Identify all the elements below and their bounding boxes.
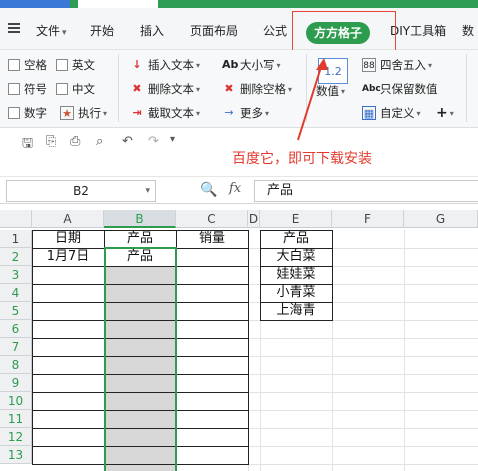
cell-b2[interactable]: 产品 xyxy=(104,248,176,266)
ribbon-divider xyxy=(118,54,119,122)
checkbox-symbol[interactable]: 符号 xyxy=(8,81,47,97)
cell-e5[interactable]: 上海青 xyxy=(260,302,332,320)
function-icon[interactable]: fx xyxy=(229,181,241,196)
cell-e3[interactable]: 娃娃菜 xyxy=(260,266,332,284)
column-header-c[interactable]: C xyxy=(176,210,248,228)
column-header-a[interactable]: A xyxy=(32,210,104,228)
custom-button[interactable]: ▦ 自定义 ▾ xyxy=(362,105,421,121)
column-header-d[interactable]: D xyxy=(248,210,260,228)
formula-input[interactable]: 产品 xyxy=(254,180,478,202)
case-button[interactable]: Ab 大小写 ▾ xyxy=(222,57,281,73)
cell-c1[interactable]: 销量 xyxy=(176,230,248,248)
delete-text-icon: ✖ xyxy=(132,82,142,95)
row-header-6[interactable]: 6 xyxy=(0,320,32,338)
checkbox-number[interactable]: 数字 xyxy=(8,105,47,121)
undo-icon[interactable]: ↶ xyxy=(122,134,133,149)
checkbox-icon xyxy=(56,83,68,95)
print-preview-icon[interactable]: ⌕ xyxy=(96,134,103,149)
star-icon: ★ xyxy=(60,106,74,120)
selection-outline xyxy=(104,247,177,471)
plus-icon[interactable]: + ▾ xyxy=(436,105,454,121)
row-header-3[interactable]: 3 xyxy=(0,266,32,284)
checkbox-icon xyxy=(8,83,20,95)
row-header-12[interactable]: 12 xyxy=(0,428,32,446)
chevron-down-icon[interactable]: ▾ xyxy=(145,181,150,201)
select-all-corner[interactable] xyxy=(0,210,32,228)
save-icon[interactable]: 🖫 xyxy=(22,134,33,156)
checkbox-icon xyxy=(8,59,20,71)
more-button[interactable]: → 更多 ▾ xyxy=(222,105,269,121)
extract-text-button[interactable]: ⇥ 截取文本 ▾ xyxy=(130,105,200,121)
more-icon: → xyxy=(224,106,234,119)
row-header-2[interactable]: 2 xyxy=(0,248,32,266)
checkbox-space[interactable]: 空格 xyxy=(8,57,47,73)
list-border xyxy=(260,320,333,321)
keep-value-icon: Abc xyxy=(362,84,381,94)
row-header-13[interactable]: 13 xyxy=(0,446,32,464)
delete-text-button[interactable]: ✖ 删除文本 ▾ xyxy=(130,81,200,97)
cell-e2[interactable]: 大白菜 xyxy=(260,248,332,266)
cell-a2[interactable]: 1月7日 xyxy=(32,248,104,266)
row-header-11[interactable]: 11 xyxy=(0,410,32,428)
column-header-f[interactable]: F xyxy=(332,210,404,228)
name-box[interactable]: B2 ▾ xyxy=(6,180,156,202)
document-tab-strip[interactable] xyxy=(78,0,158,8)
extract-text-icon: ⇥ xyxy=(132,106,142,119)
menu-icon[interactable] xyxy=(8,23,20,33)
checkbox-english[interactable]: 英文 xyxy=(56,57,95,73)
row-header-10[interactable]: 10 xyxy=(0,392,32,410)
table-border xyxy=(248,230,249,465)
list-border xyxy=(332,230,333,321)
redo-icon[interactable]: ↷ xyxy=(148,134,159,149)
spreadsheet-grid: A B C D E F G 1 2 3 4 5 6 7 8 9 10 11 12… xyxy=(0,210,478,471)
menu-fangfang-tab[interactable]: 方方格子 xyxy=(306,22,370,44)
share-icon[interactable]: ⎘ xyxy=(46,134,56,149)
row-header-9[interactable]: 9 xyxy=(0,374,32,392)
row-header-8[interactable]: 8 xyxy=(0,356,32,374)
annotation-arrow xyxy=(297,58,328,141)
custom-icon: ▦ xyxy=(362,106,376,120)
row-header-7[interactable]: 7 xyxy=(0,338,32,356)
menu-formula[interactable]: 公式 xyxy=(263,22,287,39)
delete-space-button[interactable]: ✖ 删除空格 ▾ xyxy=(222,81,292,97)
checkbox-icon xyxy=(8,107,20,119)
menu-home[interactable]: 开始 xyxy=(90,22,114,39)
row-header-4[interactable]: 4 xyxy=(0,284,32,302)
annotation-text: 百度它，即可下载安装 xyxy=(232,151,372,167)
title-bar xyxy=(0,0,478,8)
ribbon: 空格 英文 符号 中文 数字 ★ 执行 ▾ ↓ 插入文本 ▾ ✖ 删除文本 ▾ ⇥ 截取文本 ▾… xyxy=(0,50,478,128)
checkbox-icon xyxy=(56,59,68,71)
column-header-e[interactable]: E xyxy=(260,210,332,228)
cell-a1[interactable]: 日期 xyxy=(32,230,104,248)
delete-space-icon: ✖ xyxy=(224,82,234,95)
round-button[interactable]: 88 四舍五入 ▾ xyxy=(362,57,432,73)
menu-insert[interactable]: 插入 xyxy=(140,22,164,39)
menu-file[interactable]: 文件 ▾ xyxy=(36,22,67,39)
case-icon: Ab xyxy=(222,58,239,71)
menu-bar: 文件 ▾ 开始 插入 页面布局 公式 DIY工具箱 数 xyxy=(0,8,478,50)
cell-b1[interactable]: 产品 xyxy=(104,230,176,248)
round-icon: 88 xyxy=(362,58,376,72)
menu-diy-toolbox[interactable]: DIY工具箱 xyxy=(390,22,446,39)
checkbox-chinese[interactable]: 中文 xyxy=(56,81,95,97)
ribbon-divider xyxy=(466,54,467,122)
menu-data[interactable]: 数 xyxy=(462,22,474,39)
row-header-5[interactable]: 5 xyxy=(0,302,32,320)
toolbar-chevron-icon[interactable]: ▾ xyxy=(170,134,175,145)
home-tab-strip[interactable] xyxy=(0,0,70,8)
column-header-g[interactable]: G xyxy=(404,210,478,228)
row-header-1[interactable]: 1 xyxy=(0,230,32,248)
menu-page-layout[interactable]: 页面布局 xyxy=(190,22,238,39)
column-header-b[interactable]: B xyxy=(104,210,176,228)
insert-text-icon: ↓ xyxy=(132,58,142,71)
cell-e4[interactable]: 小青菜 xyxy=(260,284,332,302)
print-icon[interactable]: ⎙ xyxy=(70,134,80,149)
formula-bar: B2 ▾ 🔍 fx 产品 xyxy=(0,176,478,204)
cell-e1[interactable]: 产品 xyxy=(260,230,332,248)
zoom-icon[interactable]: 🔍 xyxy=(200,182,217,198)
insert-text-button[interactable]: ↓ 插入文本 ▾ xyxy=(130,57,200,73)
execute-button[interactable]: ★ 执行 ▾ xyxy=(60,105,107,121)
keep-value-button[interactable]: Abc 只保留数值 xyxy=(362,81,438,97)
